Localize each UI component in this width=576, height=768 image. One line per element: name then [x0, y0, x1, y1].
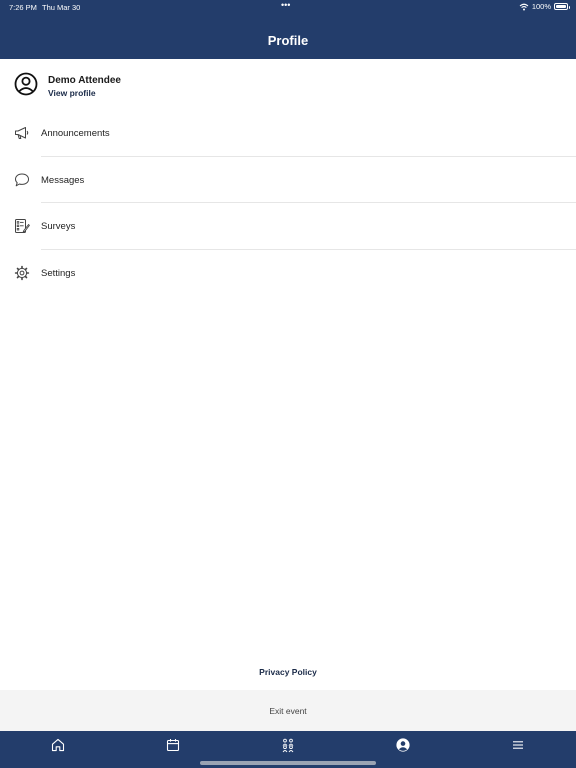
- privacy-policy-link[interactable]: Privacy Policy: [0, 667, 576, 677]
- survey-icon: [15, 219, 30, 234]
- menu-item-settings[interactable]: Settings: [0, 250, 576, 297]
- profile-menu: Announcements Messages Surveys Settings: [0, 110, 576, 297]
- page-title: Profile: [267, 33, 309, 48]
- menu-label-announcements: Announcements: [41, 128, 110, 139]
- status-date: Thu Mar 30: [42, 3, 81, 12]
- view-profile-link[interactable]: View profile: [48, 88, 96, 98]
- header-bar: 7:26 PM Thu Mar 30 ••• 100% Profile: [0, 0, 576, 59]
- wifi-icon: [519, 3, 529, 10]
- calendar-icon[interactable]: [165, 737, 181, 753]
- bottom-tab-bar: [0, 731, 576, 768]
- exit-event-button[interactable]: Exit event: [0, 690, 576, 731]
- battery-icon: [554, 3, 570, 10]
- menu-item-surveys[interactable]: Surveys: [0, 203, 576, 251]
- exit-event-label: Exit event: [269, 706, 307, 716]
- menu-item-messages[interactable]: Messages: [0, 157, 576, 204]
- battery-fill: [556, 5, 566, 8]
- profile-icon[interactable]: [395, 737, 411, 753]
- menu-label-messages: Messages: [41, 174, 85, 186]
- user-circle-icon: [14, 72, 38, 96]
- profile-name: Demo Attendee: [48, 75, 121, 86]
- profile-row[interactable]: Demo Attendee View profile: [0, 68, 576, 102]
- home-indicator[interactable]: [200, 761, 376, 765]
- status-time: 7:26 PM: [9, 3, 37, 12]
- menu-label-settings: Settings: [41, 268, 76, 280]
- menu-item-announcements[interactable]: Announcements: [0, 110, 576, 157]
- home-icon[interactable]: [50, 737, 66, 753]
- megaphone-icon: [15, 127, 29, 139]
- status-right: 100%: [519, 2, 570, 11]
- menu-label-surveys: Surveys: [41, 221, 76, 233]
- menu-icon[interactable]: [510, 737, 526, 753]
- people-icon[interactable]: [280, 737, 296, 753]
- chat-bubble-icon: [15, 173, 29, 186]
- multitask-dots[interactable]: •••: [281, 0, 290, 10]
- battery-percent: 100%: [531, 2, 551, 11]
- gear-icon: [14, 265, 30, 281]
